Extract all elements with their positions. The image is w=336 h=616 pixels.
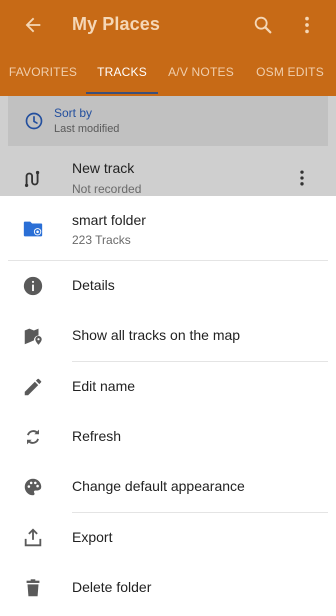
search-icon[interactable]: [252, 14, 274, 36]
tab-favorites[interactable]: FAVORITES: [0, 52, 86, 96]
menu-item-change-appearance[interactable]: Change default appearance: [0, 462, 336, 512]
menu-label: Details: [72, 277, 115, 293]
page-title: My Places: [72, 14, 160, 34]
info-icon: [23, 276, 43, 296]
clock-icon: [25, 112, 43, 130]
menu-item-refresh[interactable]: Refresh: [0, 412, 336, 462]
app-bar: My Places FAVORITES TRACKS A/V NOTES OSM…: [0, 0, 336, 96]
menu-label: Export: [72, 529, 113, 545]
menu-item-edit-name[interactable]: Edit name: [0, 362, 336, 412]
sort-value: Last modified: [54, 123, 120, 135]
menu-label: Delete folder: [72, 579, 152, 595]
menu-item-delete-folder[interactable]: Delete folder: [0, 563, 336, 613]
pencil-icon: [24, 378, 42, 396]
menu-label: Refresh: [72, 428, 122, 444]
track-menu-icon[interactable]: [292, 168, 312, 188]
sheet-header: smart folder 223 Tracks: [0, 196, 336, 260]
folder-name: smart folder: [72, 212, 146, 228]
map-icon: [24, 328, 42, 345]
tab-av-notes[interactable]: A/V NOTES: [158, 52, 244, 96]
menu-label: Edit name: [72, 378, 136, 394]
tracks-list: Sort by Last modified New track Not reco…: [0, 96, 336, 196]
menu-label: Show all tracks on the map: [72, 327, 241, 343]
active-tab-indicator: [86, 92, 158, 94]
back-arrow-icon[interactable]: [22, 14, 44, 36]
folder-track-count: 223 Tracks: [72, 233, 131, 247]
route-icon: [24, 170, 40, 188]
menu-item-show-all-tracks[interactable]: Show all tracks on the map: [0, 311, 336, 361]
sort-button[interactable]: Sort by Last modified: [8, 96, 328, 146]
menu-item-details[interactable]: Details: [0, 261, 336, 311]
menu-label: Change default appearance: [72, 478, 245, 494]
tab-osm-edits[interactable]: OSM EDITS: [244, 52, 336, 96]
sort-label: Sort by: [54, 106, 93, 120]
track-status: Not recorded: [72, 182, 142, 196]
export-icon: [24, 528, 42, 547]
folder-actions-sheet: smart folder 223 Tracks Details Show all…: [0, 196, 336, 616]
tab-bar: FAVORITES TRACKS A/V NOTES OSM EDITS: [0, 52, 336, 96]
more-options-icon[interactable]: [296, 14, 318, 36]
trash-icon: [26, 579, 40, 597]
smart-folder-icon: [23, 221, 43, 237]
toolbar: My Places: [0, 0, 336, 52]
menu-item-export[interactable]: Export: [0, 513, 336, 563]
palette-icon: [24, 478, 42, 496]
tab-tracks[interactable]: TRACKS: [86, 52, 158, 96]
refresh-icon: [27, 429, 39, 445]
track-name: New track: [72, 160, 135, 176]
track-item[interactable]: New track Not recorded: [8, 148, 328, 196]
